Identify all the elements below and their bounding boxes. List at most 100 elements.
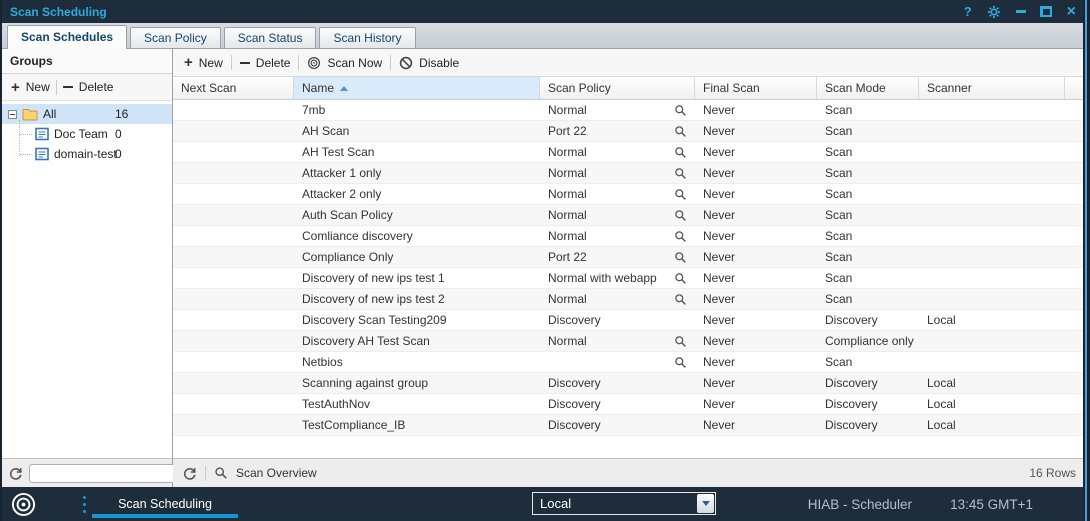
- scan-overview-link[interactable]: Scan Overview: [236, 466, 317, 480]
- table-row[interactable]: Discovery AH Test ScanNormalNeverComplia…: [173, 331, 1090, 352]
- policy-preview-icon[interactable]: [674, 293, 687, 306]
- cell-scan-policy: Discovery: [540, 310, 695, 330]
- cell-name: TestAuthNov: [294, 397, 540, 411]
- tree-item-doc-team[interactable]: Doc Team 0: [2, 124, 172, 144]
- column-header-next-scan[interactable]: Next Scan: [173, 77, 294, 99]
- column-header-scan-mode[interactable]: Scan Mode: [817, 77, 919, 99]
- search-icon: [214, 466, 228, 480]
- restore-icon[interactable]: [1041, 6, 1052, 17]
- group-filter-input[interactable]: [29, 464, 194, 483]
- tab-scan-schedules[interactable]: Scan Schedules: [7, 25, 127, 49]
- task-label: Scan Scheduling: [118, 497, 212, 511]
- column-header-label: Name: [302, 81, 334, 95]
- table-row[interactable]: Attacker 2 onlyNormalNeverScan: [173, 184, 1090, 205]
- table-row[interactable]: Attacker 1 onlyNormalNeverScan: [173, 163, 1090, 184]
- tree-item-count: 0: [115, 147, 122, 161]
- new-schedule-button[interactable]: + New: [184, 55, 223, 70]
- delete-schedule-button[interactable]: Delete: [240, 56, 291, 70]
- groups-delete-button[interactable]: Delete: [63, 80, 114, 94]
- cell-scanner: Local: [919, 418, 1065, 432]
- policy-preview-icon[interactable]: [674, 272, 687, 285]
- status-time: 13:45 GMT+1: [950, 497, 1033, 512]
- groups-new-button[interactable]: + New: [11, 80, 50, 95]
- table-row[interactable]: NetbiosNeverScan: [173, 352, 1090, 373]
- table-row[interactable]: Discovery of new ips test 1Normal with w…: [173, 268, 1090, 289]
- minimize-icon[interactable]: [1016, 10, 1026, 13]
- cell-name: Comliance discovery: [294, 229, 540, 243]
- table-row[interactable]: AH Test ScanNormalNeverScan: [173, 142, 1090, 163]
- refresh-icon[interactable]: [182, 466, 197, 481]
- collapse-icon[interactable]: [8, 110, 17, 119]
- cell-final-scan: Never: [695, 355, 817, 369]
- cell-scan-policy: Normal: [540, 142, 695, 162]
- tree-item-label: All: [43, 107, 56, 121]
- cell-final-scan: Never: [695, 250, 817, 264]
- gear-icon[interactable]: [987, 5, 1001, 19]
- cell-name: Scanning against group: [294, 376, 540, 390]
- scan-now-button[interactable]: Scan Now: [307, 56, 382, 70]
- tab-scan-status[interactable]: Scan Status: [224, 27, 317, 48]
- table-row[interactable]: 7mbNormalNeverScan: [173, 100, 1090, 121]
- tree-item-all[interactable]: All 16: [2, 104, 172, 124]
- groups-panel: Groups + New Delete: [2, 49, 173, 487]
- statusbar: Scan Scheduling Local HIAB - Scheduler 1…: [2, 487, 1090, 521]
- table-row[interactable]: TestCompliance_IBDiscoveryNeverDiscovery…: [173, 415, 1090, 436]
- table-row[interactable]: Discovery Scan Testing209DiscoveryNeverD…: [173, 310, 1090, 331]
- task-menu-icon[interactable]: [83, 496, 86, 513]
- titlebar: Scan Scheduling ? ×: [2, 0, 1090, 23]
- help-icon[interactable]: ?: [964, 5, 972, 18]
- disable-button[interactable]: Disable: [399, 56, 459, 70]
- plus-icon: +: [184, 55, 193, 70]
- scan-policy-label: Normal: [548, 334, 587, 348]
- tree-children: Doc Team 0 domain: [2, 124, 172, 164]
- policy-preview-icon[interactable]: [674, 104, 687, 117]
- policy-preview-icon[interactable]: [674, 188, 687, 201]
- tree-item-domain-test[interactable]: domain-test 0: [2, 144, 172, 164]
- taskbar-item-scan-scheduling[interactable]: Scan Scheduling: [92, 487, 238, 521]
- cell-scanner: Local: [919, 313, 1065, 327]
- toolbar-separator: [205, 466, 206, 481]
- policy-preview-icon[interactable]: [674, 167, 687, 180]
- cell-scan-mode: Scan: [817, 250, 919, 264]
- column-header-scan-policy[interactable]: Scan Policy: [540, 77, 695, 99]
- table-row[interactable]: AH ScanPort 22NeverScan: [173, 121, 1090, 142]
- cell-name: AH Scan: [294, 124, 540, 138]
- column-header-scanner[interactable]: Scanner: [919, 77, 1065, 99]
- policy-preview-icon[interactable]: [674, 356, 687, 369]
- cell-scan-mode: Scan: [817, 187, 919, 201]
- cell-final-scan: Never: [695, 124, 817, 138]
- policy-preview-icon[interactable]: [674, 125, 687, 138]
- groups-panel-title: Groups: [2, 49, 172, 74]
- cell-scan-policy: Normal: [540, 226, 695, 246]
- cell-scan-mode: Discovery: [817, 418, 919, 432]
- table-header: Next Scan Name Scan Policy Final Scan Sc…: [173, 77, 1090, 100]
- close-icon[interactable]: ×: [1067, 4, 1076, 20]
- select-arrow-button[interactable]: [697, 494, 714, 513]
- scan-policy-label: Normal: [548, 208, 587, 222]
- scan-policy-label: Port 22: [548, 124, 587, 138]
- table-row[interactable]: Comliance discoveryNormalNeverScan: [173, 226, 1090, 247]
- cell-final-scan: Never: [695, 313, 817, 327]
- table-row[interactable]: Discovery of new ips test 2NormalNeverSc…: [173, 289, 1090, 310]
- table-row[interactable]: Auth Scan PolicyNormalNeverScan: [173, 205, 1090, 226]
- policy-preview-icon[interactable]: [674, 335, 687, 348]
- group-icon: [35, 147, 49, 161]
- cell-name: AH Test Scan: [294, 145, 540, 159]
- table-row[interactable]: Compliance OnlyPort 22NeverScan: [173, 247, 1090, 268]
- column-header-name[interactable]: Name: [294, 77, 540, 99]
- tree-item-count: 16: [115, 107, 128, 121]
- schedules-toolbar: + New Delete: [173, 49, 1090, 77]
- scan-policy-label: Normal: [548, 145, 587, 159]
- table-row[interactable]: Scanning against groupDiscoveryNeverDisc…: [173, 373, 1090, 394]
- policy-preview-icon[interactable]: [674, 146, 687, 159]
- scanner-select[interactable]: Local: [532, 492, 716, 515]
- table-row[interactable]: TestAuthNovDiscoveryNeverDiscoveryLocal: [173, 394, 1090, 415]
- policy-preview-icon[interactable]: [674, 209, 687, 222]
- tab-scan-policy[interactable]: Scan Policy: [130, 27, 221, 48]
- tab-scan-history[interactable]: Scan History: [319, 27, 415, 48]
- policy-preview-icon[interactable]: [674, 230, 687, 243]
- policy-preview-icon[interactable]: [674, 251, 687, 264]
- column-header-final-scan[interactable]: Final Scan: [695, 77, 817, 99]
- plus-icon: +: [11, 80, 20, 95]
- refresh-icon[interactable]: [8, 466, 23, 481]
